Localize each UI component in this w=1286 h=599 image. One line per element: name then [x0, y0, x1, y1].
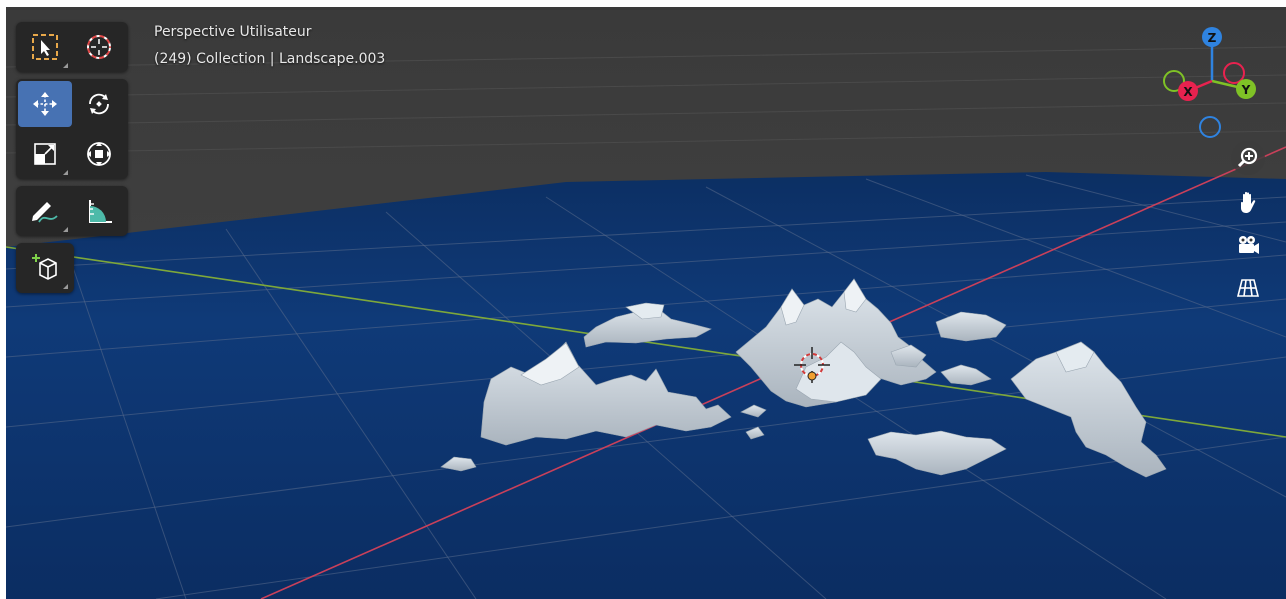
context-info: (249) Collection | Landscape.003	[154, 51, 386, 67]
negative-x-handle[interactable]	[1223, 62, 1245, 84]
annotate-icon	[32, 202, 58, 223]
camera-view-button[interactable]	[1231, 229, 1265, 263]
negative-z-handle[interactable]	[1199, 116, 1221, 138]
rotate-tool[interactable]	[74, 81, 124, 127]
move-icon	[33, 92, 57, 116]
y-axis-handle[interactable]: Y	[1236, 79, 1256, 99]
zoom-icon	[1237, 147, 1258, 168]
scene-render[interactable]	[6, 7, 1286, 599]
z-axis-label: Z	[1208, 31, 1217, 45]
grid-view-icon	[1236, 279, 1260, 297]
pan-button[interactable]	[1231, 185, 1265, 219]
object-origin	[807, 371, 817, 381]
add-cube-tool[interactable]	[20, 245, 70, 291]
scale-tool[interactable]	[20, 131, 70, 177]
toolbar-annotate-group	[16, 186, 128, 236]
toolbar-add-group	[16, 243, 74, 293]
toolbar-transform-group	[16, 79, 128, 179]
grid-view-button[interactable]	[1231, 271, 1265, 305]
navigation-gizmo[interactable]: Z Y X	[1152, 23, 1262, 143]
transform-icon	[87, 142, 111, 166]
cursor-icon	[87, 35, 111, 59]
measure-icon	[89, 200, 112, 223]
annotate-tool[interactable]	[20, 188, 70, 234]
select-box-icon	[32, 34, 58, 60]
transform-tool[interactable]	[74, 131, 124, 177]
zoom-button[interactable]	[1231, 141, 1265, 175]
y-axis-label: Y	[1241, 83, 1251, 97]
select-box-tool[interactable]	[20, 24, 70, 70]
camera-icon	[1239, 236, 1259, 254]
measure-tool[interactable]	[74, 188, 124, 234]
z-axis-handle[interactable]: Z	[1202, 27, 1222, 47]
pan-hand-icon	[1241, 191, 1256, 213]
x-axis-handle[interactable]: X	[1178, 81, 1198, 101]
view-name: Perspective Utilisateur	[154, 24, 312, 40]
move-tool[interactable]	[18, 81, 72, 127]
toolbar-select-group	[16, 22, 128, 72]
add-cube-icon	[32, 254, 57, 280]
3d-viewport[interactable]: Perspective Utilisateur (249) Collection…	[6, 7, 1286, 599]
rotate-icon	[89, 93, 109, 115]
x-axis-label: X	[1183, 85, 1193, 99]
scale-icon	[34, 143, 56, 165]
cursor-tool[interactable]	[74, 24, 124, 70]
